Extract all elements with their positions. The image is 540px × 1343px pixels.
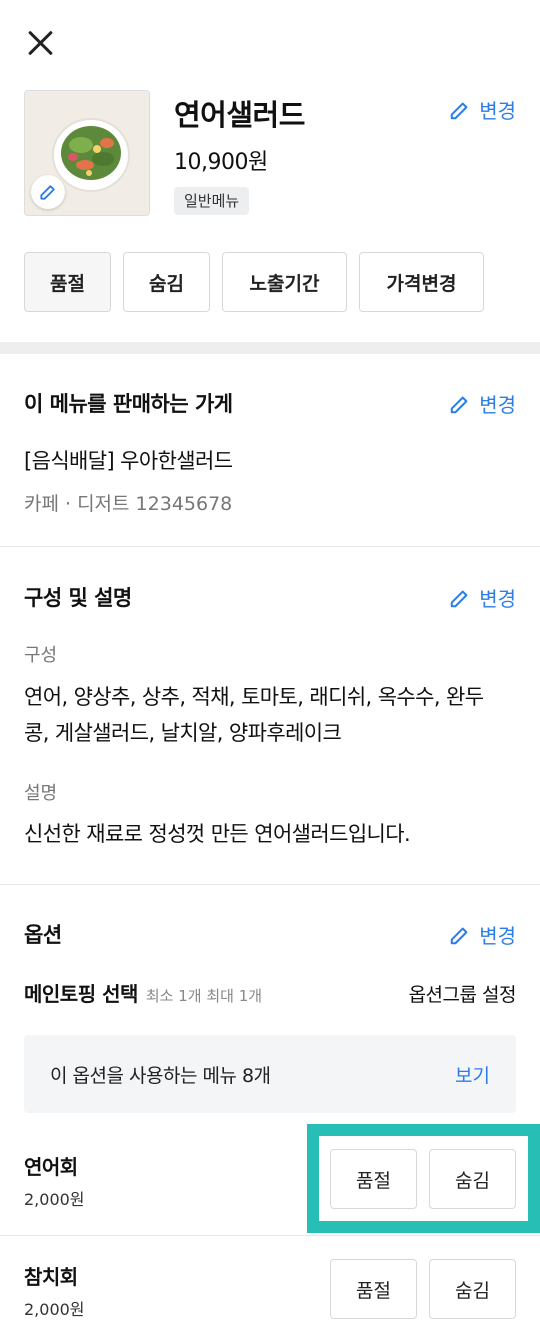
store-edit-label: 변경 [479,393,516,417]
desc-section-title: 구성 및 설명 [24,586,132,610]
image-edit-icon[interactable] [31,175,65,209]
desc-edit-button[interactable]: 변경 [449,583,516,612]
menu-price: 10,900원 [174,150,268,175]
soldout-button[interactable]: 품절 [24,252,111,312]
option-edit-button[interactable]: 변경 [449,920,516,949]
option-item-name: 참치회 [24,1265,78,1289]
pencil-icon [450,927,468,944]
store-name: [음식배달] 우아한샐러드 [24,449,233,473]
option-hide-button[interactable]: 숨김 [429,1259,516,1319]
option-item-price: 2,000원 [24,1190,85,1209]
option-item-price: 2,000원 [24,1300,85,1319]
store-section-title: 이 메뉴를 판매하는 가게 [24,392,233,416]
option-usage-text: 이 옵션을 사용하는 메뉴 8개 [50,1064,271,1087]
menu-type-badge: 일반메뉴 [174,187,250,215]
option-hide-button[interactable]: 숨김 [429,1149,516,1209]
menu-image[interactable] [24,90,150,216]
store-edit-button[interactable]: 변경 [449,389,516,418]
divider [0,884,540,885]
price-change-button[interactable]: 가격변경 [359,252,484,312]
option-group-name: 메인토핑 선택 [24,982,138,1006]
option-usage-view-link[interactable]: 보기 [455,1061,490,1088]
option-section-title: 옵션 [24,923,62,947]
option-item-name: 연어회 [24,1155,78,1179]
option-soldout-button[interactable]: 품절 [330,1259,417,1319]
pencil-icon [450,102,468,119]
section-divider [0,342,540,354]
store-meta: 카페 · 디저트 12345678 [24,493,233,515]
desc-edit-label: 변경 [479,587,516,611]
menu-edit-button[interactable]: 변경 [449,95,516,124]
pencil-icon [450,590,468,607]
option-group-limit: 최소 1개 최대 1개 [145,987,263,1005]
option-soldout-button[interactable]: 품절 [330,1149,417,1209]
divider [0,1235,540,1236]
hide-button[interactable]: 숨김 [123,252,210,312]
menu-name: 연어샐러드 [174,98,305,132]
description-text: 신선한 재료로 정성껏 만든 연어샐러드입니다. [24,822,411,846]
display-period-button[interactable]: 노출기간 [222,252,347,312]
description-label: 설명 [24,783,58,804]
option-usage-box: 이 옵션을 사용하는 메뉴 8개 보기 [24,1035,516,1113]
composition-label: 구성 [24,645,58,666]
composition-line-2: 콩, 게살샐러드, 날치알, 양파후레이크 [24,721,342,745]
composition-line-1: 연어, 양상추, 상추, 적채, 토마토, 래디쉬, 옥수수, 완두 [24,685,484,709]
pencil-icon [450,396,468,413]
option-edit-label: 변경 [479,924,516,948]
menu-edit-label: 변경 [479,99,516,123]
divider [0,546,540,547]
close-icon[interactable] [24,26,56,58]
option-group-setting-link[interactable]: 옵션그룹 설정 [409,980,517,1007]
